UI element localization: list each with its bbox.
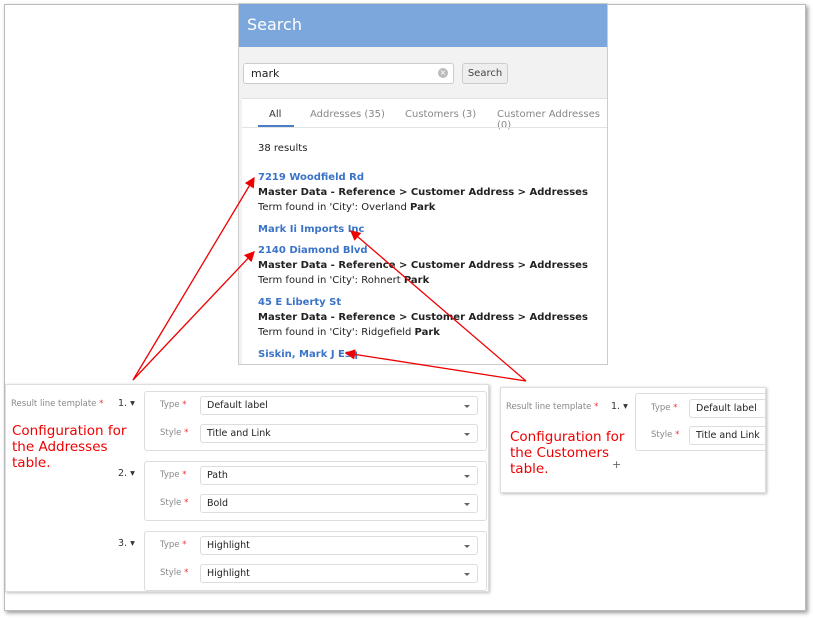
arrow xyxy=(132,176,255,381)
annotation-arrows xyxy=(132,176,527,382)
arrow xyxy=(132,251,255,381)
